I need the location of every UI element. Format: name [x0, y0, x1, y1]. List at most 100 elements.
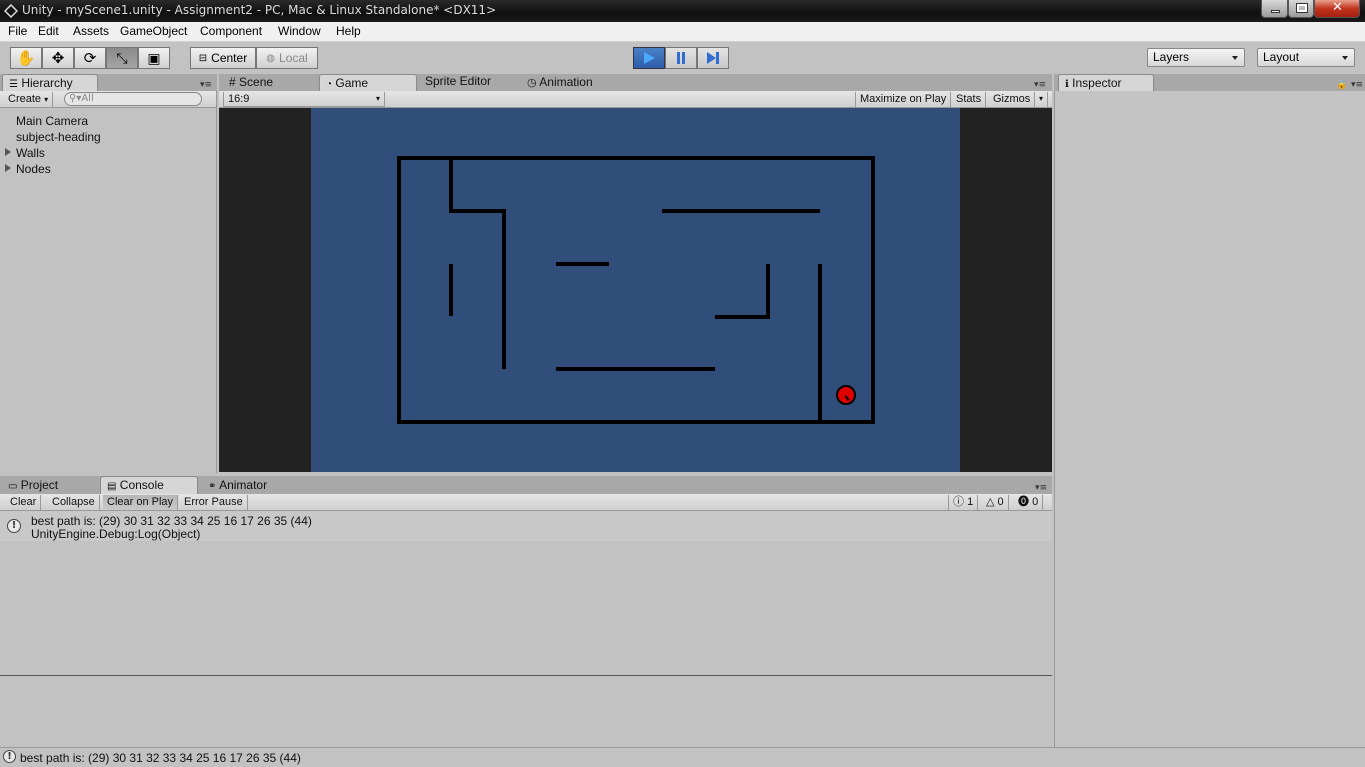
hierarchy-toolbar: Create ▾ ⚲▾All — [0, 91, 216, 108]
gizmos-dropdown[interactable]: ▾ — [1035, 92, 1049, 107]
pivot-center-button[interactable]: ⊟ Center — [190, 47, 256, 69]
game-view[interactable] — [219, 108, 1052, 472]
search-icon: ⚲▾ — [69, 93, 82, 104]
panel-menu-icon[interactable]: ▾≡ — [1034, 81, 1046, 90]
chevron-down-icon — [1342, 56, 1348, 60]
game-toolbar: 16:9 ▾ Maximize on Play Stats Gizmos ▾ — [219, 91, 1052, 108]
menu-edit[interactable]: Edit — [38, 24, 59, 38]
layout-dropdown[interactable]: Layout — [1257, 48, 1355, 67]
step-button[interactable] — [697, 47, 729, 69]
hierarchy-item-subject-heading[interactable]: subject-heading — [16, 130, 101, 144]
hierarchy-item-walls[interactable]: Walls — [16, 146, 45, 160]
log-message-line1: best path is: (29) 30 31 32 33 34 25 16 … — [31, 514, 312, 528]
maximize-button[interactable] — [1288, 0, 1314, 18]
expand-triangle-icon[interactable] — [5, 164, 11, 172]
maze-wall — [715, 315, 770, 319]
tab-scene[interactable]: # Scene — [223, 74, 311, 92]
hand-tool-button[interactable]: ✋ — [10, 47, 42, 69]
error-filter-toggle[interactable]: ⓿ 0 — [1014, 495, 1044, 510]
rect-icon: ▣ — [147, 49, 161, 66]
hash-icon: # — [229, 75, 236, 89]
menu-file[interactable]: File — [8, 24, 27, 38]
maze-wall — [449, 264, 453, 316]
tab-animator[interactable]: ⚭ Animator — [202, 477, 302, 495]
center-tabstrip: # Scene ◔ Game Sprite Editor ◷ Animation… — [219, 74, 1052, 91]
expand-triangle-icon[interactable] — [5, 148, 11, 156]
tab-sprite-editor[interactable]: Sprite Editor — [419, 73, 519, 91]
create-label: Create — [8, 93, 42, 105]
close-button[interactable]: ✕ — [1314, 0, 1360, 18]
menu-help[interactable]: Help — [336, 24, 361, 38]
inspector-panel — [1054, 91, 1365, 747]
move-tool-button[interactable]: ✥ — [42, 47, 74, 69]
lock-icon[interactable]: 🔒 — [1336, 81, 1348, 90]
hierarchy-item-main-camera[interactable]: Main Camera — [16, 114, 88, 128]
rotate-tool-button[interactable]: ⟳ — [74, 47, 106, 69]
status-bar[interactable]: ! best path is: (29) 30 31 32 33 34 25 1… — [0, 747, 1365, 767]
clear-button[interactable]: Clear — [6, 495, 42, 510]
panel-menu-icon[interactable]: ▾≡ — [200, 81, 212, 90]
maze-wall — [449, 156, 453, 212]
menu-assets[interactable]: Assets — [73, 24, 109, 38]
hand-icon: ✋ — [16, 50, 36, 67]
collapse-label: Collapse — [52, 496, 95, 508]
maze-wall — [449, 209, 505, 213]
menu-component[interactable]: Component — [200, 24, 262, 38]
tab-project-label: Project — [20, 478, 59, 492]
game-canvas[interactable] — [311, 108, 960, 472]
panel-menu-icon[interactable]: ▾≡ — [1351, 81, 1363, 90]
hierarchy-item-nodes[interactable]: Nodes — [16, 162, 51, 176]
list-icon: ☰ — [9, 79, 18, 90]
panel-menu-icon[interactable]: ▾≡ — [1035, 484, 1047, 493]
error-pause-toggle[interactable]: Error Pause — [180, 495, 248, 510]
status-text: best path is: (29) 30 31 32 33 34 25 16 … — [20, 751, 301, 765]
clear-on-play-toggle[interactable]: Clear on Play — [103, 495, 179, 510]
rect-tool-button[interactable]: ▣ — [138, 47, 170, 69]
stats-toggle[interactable]: Stats — [952, 92, 987, 107]
maze-wall — [397, 156, 401, 424]
pause-button[interactable] — [665, 47, 697, 69]
info-icon: ! — [7, 519, 21, 533]
tab-project[interactable]: ▭ Project — [2, 477, 92, 495]
toolbar: ✋ ✥ ⟳ ⤡ ▣ ⊟ Center ◍ Local Layers Layout — [0, 42, 1365, 74]
info-icon: ℹ — [1065, 79, 1069, 90]
globe-icon: ◍ — [266, 52, 276, 64]
maze-wall — [662, 209, 820, 213]
tab-hierarchy[interactable]: ☰ Hierarchy — [2, 74, 98, 91]
tab-hierarchy-label: Hierarchy — [21, 76, 73, 90]
search-placeholder: All — [81, 93, 94, 104]
clear-label: Clear — [10, 496, 37, 508]
tab-game[interactable]: ◔ Game — [319, 74, 417, 91]
warning-filter-toggle[interactable]: △ 0 — [982, 495, 1009, 510]
menu-window[interactable]: Window — [278, 24, 321, 38]
hierarchy-search-input[interactable]: ⚲▾All — [64, 92, 202, 106]
tab-animation[interactable]: ◷ Animation — [521, 74, 631, 92]
play-button[interactable] — [633, 47, 665, 69]
collapse-toggle[interactable]: Collapse — [48, 495, 100, 510]
layers-dropdown[interactable]: Layers — [1147, 48, 1245, 67]
chevron-down-icon: ▾ — [1039, 94, 1044, 103]
heading-indicator — [844, 394, 850, 402]
console-icon: ▤ — [107, 481, 117, 492]
menu-gameobject[interactable]: GameObject — [120, 24, 187, 38]
aspect-dropdown[interactable]: 16:9 ▾ — [223, 92, 385, 107]
maximize-on-play-toggle[interactable]: Maximize on Play — [855, 92, 952, 107]
create-dropdown[interactable]: Create ▾ — [4, 92, 54, 107]
info-count: 1 — [967, 496, 974, 508]
minimize-button[interactable] — [1261, 0, 1288, 18]
maximize-label: Maximize on Play — [860, 93, 947, 105]
space-local-button[interactable]: ◍ Local — [256, 47, 318, 69]
folder-icon: ▭ — [8, 481, 18, 492]
gizmos-toggle[interactable]: Gizmos — [989, 92, 1036, 107]
tab-console[interactable]: ▤ Console — [100, 476, 198, 494]
info-filter-toggle[interactable]: ⓘ 1 — [948, 495, 979, 510]
warning-icon: △ — [986, 496, 995, 508]
list-item[interactable]: ! best path is: (29) 30 31 32 33 34 25 1… — [0, 511, 1052, 541]
layout-label: Layout — [1263, 50, 1300, 64]
console-splitter[interactable] — [0, 675, 1052, 676]
title-bar: Unity - myScene1.unity - Assignment2 - P… — [0, 0, 1365, 22]
console-log[interactable]: ! best path is: (29) 30 31 32 33 34 25 1… — [0, 511, 1052, 746]
scale-tool-button[interactable]: ⤡ — [106, 47, 138, 69]
tab-inspector[interactable]: ℹ Inspector — [1058, 74, 1154, 91]
chevron-down-icon: ▾ — [44, 95, 49, 104]
